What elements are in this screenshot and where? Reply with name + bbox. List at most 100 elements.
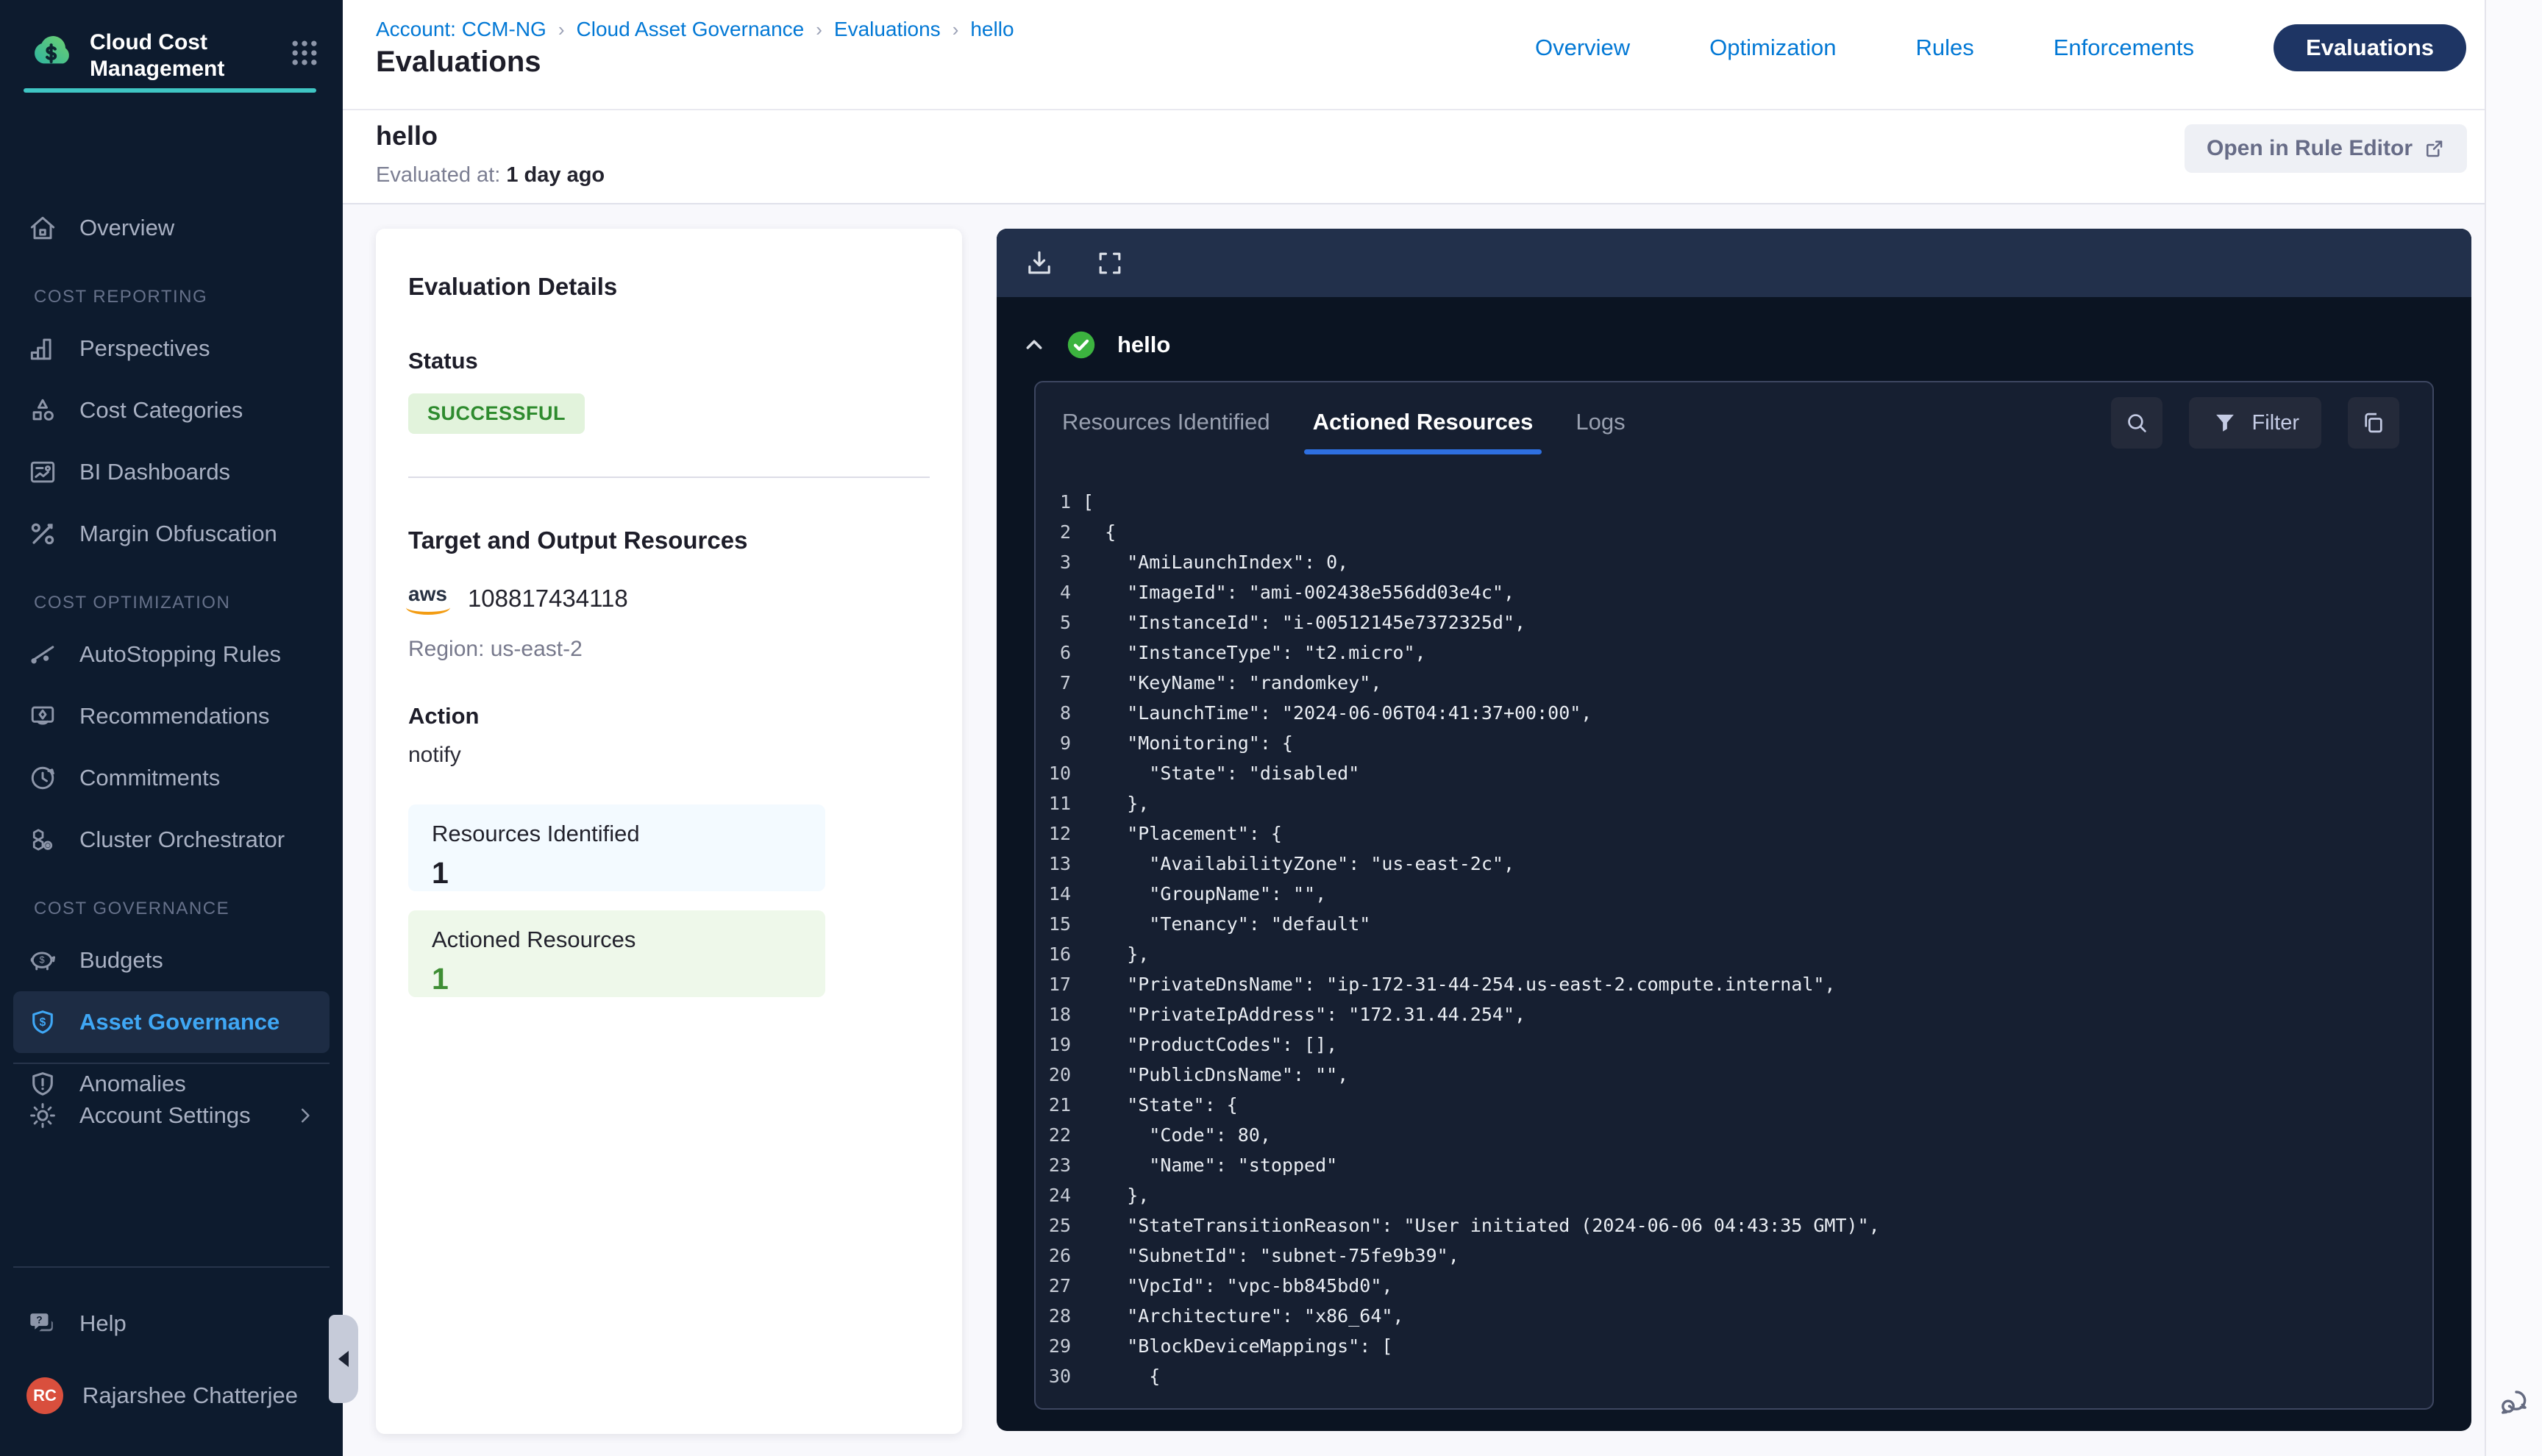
sidebar-item-help[interactable]: ? Help [13,1293,330,1355]
breadcrumb-separator: › [953,18,959,41]
sidebar-divider [13,1266,330,1268]
line-text: { [1083,1361,1160,1391]
breadcrumb-separator: › [816,18,822,41]
line-number: 16 [1036,939,1071,969]
line-number: 22 [1036,1120,1071,1150]
nav-rules[interactable]: Rules [1915,35,1973,61]
line-text: "State": { [1083,1090,1238,1120]
code-line: 11 }, [1036,788,2432,818]
sidebar-item-autostopping-rules[interactable]: AutoStopping Rules [13,624,330,685]
search-button[interactable] [2111,397,2162,449]
resources-identified-value: 1 [432,856,802,891]
resources-identified-card: Resources Identified 1 [408,804,825,891]
code-line: 20 "PublicDnsName": "", [1036,1060,2432,1090]
line-text: "KeyName": "randomkey", [1083,668,1381,698]
code-line: 14 "GroupName": "", [1036,879,2432,909]
collapse-arrow-icon [338,1351,349,1367]
account-id: 108817434118 [468,585,628,613]
evaluated-at-label: Evaluated at: [376,163,500,187]
line-number: 30 [1036,1361,1071,1391]
sidebar-item-account-settings[interactable]: Account Settings [13,1085,330,1146]
fullscreen-icon[interactable] [1094,247,1126,279]
line-number: 8 [1036,698,1071,728]
line-text: "AmiLaunchIndex": 0, [1083,547,1348,577]
chat-bubbles-icon[interactable] [2496,1385,2532,1421]
viewer-card: Resources Identified Actioned Resources … [1034,381,2434,1410]
sidebar-item-perspectives[interactable]: Perspectives [13,318,330,379]
copy-button[interactable] [2348,397,2399,449]
module-grid-icon[interactable] [288,37,321,69]
gear-icon [26,1099,59,1132]
line-number: 10 [1036,758,1071,788]
line-text: "InstanceId": "i-00512145e7372325d", [1083,607,1525,638]
tab-resources-identified[interactable]: Resources Identified [1058,399,1275,454]
sidebar-item-bi-dashboards[interactable]: BI Dashboards [13,441,330,503]
download-icon[interactable] [1023,247,1055,279]
sidebar-item-overview[interactable]: Overview [13,197,330,259]
evaluation-name: hello [376,121,438,151]
sidebar-item-label: Recommendations [79,703,269,729]
recommendations-icon [26,700,59,732]
nav-optimization[interactable]: Optimization [1709,35,1836,61]
sidebar-item-cost-categories[interactable]: Cost Categories [13,379,330,441]
tab-actioned-resources[interactable]: Actioned Resources [1309,399,1538,454]
home-icon [26,212,59,244]
sidebar-item-asset-governance[interactable]: $ Asset Governance [13,991,330,1053]
content-area: Evaluation Details Status SUCCESSFUL Tar… [343,204,2485,1455]
tab-logs[interactable]: Logs [1571,399,1629,454]
nav-enforcements[interactable]: Enforcements [2054,35,2194,61]
sidebar-divider [13,1063,330,1064]
code-editor[interactable]: 1 [ 2 { 3 "AmiLaunchIndex": [1036,487,2432,1402]
svg-text:$: $ [40,1016,46,1029]
user-avatar: RC [26,1377,63,1414]
code-line: 17 "PrivateDnsName": "ip-172-31-44-254.u… [1036,969,2432,999]
external-link-icon [2423,138,2445,160]
code-line: 6 "InstanceType": "t2.micro", [1036,638,2432,668]
details-divider [408,477,930,478]
sidebar-item-recommendations[interactable]: Recommendations [13,685,330,747]
filter-button[interactable]: Filter [2189,397,2321,449]
line-number: 23 [1036,1150,1071,1180]
line-number: 11 [1036,788,1071,818]
code-line: 3 "AmiLaunchIndex": 0, [1036,547,2432,577]
sidebar-item-label: Perspectives [79,335,210,362]
right-rail [2486,0,2542,1456]
action-value: notify [408,743,930,768]
viewer-toolbar [997,229,2471,297]
code-line: 12 "Placement": { [1036,818,2432,849]
sidebar: Cloud Cost Management Overview COST REPO… [0,0,343,1456]
sidebar-item-label: BI Dashboards [79,459,230,485]
sidebar-item-cluster-orchestrator[interactable]: Cluster Orchestrator [13,809,330,871]
code-line: 29 "BlockDeviceMappings": [ [1036,1331,2432,1361]
shapes-icon [26,394,59,427]
sidebar-item-budgets[interactable]: $ Budgets [13,929,330,991]
line-text: "PrivateDnsName": "ip-172-31-44-254.us-e… [1083,969,1836,999]
sidebar-header: Cloud Cost Management [0,0,343,82]
sidebar-item-commitments[interactable]: Commitments [13,747,330,809]
code-line: 21 "State": { [1036,1090,2432,1120]
breadcrumb-current[interactable]: hello [970,18,1014,41]
breadcrumb-account[interactable]: Account: CCM-NG [376,18,547,41]
line-text: "Architecture": "x86_64", [1083,1301,1404,1331]
sidebar-collapse-handle[interactable] [329,1315,358,1403]
section-cost-reporting: COST REPORTING [34,287,343,309]
actioned-resources-value: 1 [432,962,802,996]
sidebar-item-margin-obfuscation[interactable]: Margin Obfuscation [13,503,330,565]
line-number: 4 [1036,577,1071,607]
nav-evaluations-active[interactable]: Evaluations [2274,24,2466,71]
line-text: "PublicDnsName": "", [1083,1060,1348,1090]
success-check-icon [1064,328,1098,362]
sidebar-title: Cloud Cost Management [90,29,244,82]
line-text: "ProductCodes": [], [1083,1029,1337,1060]
nav-overview[interactable]: Overview [1535,35,1630,61]
line-number: 27 [1036,1271,1071,1301]
code-line: 5 "InstanceId": "i-00512145e7372325d", [1036,607,2432,638]
breadcrumb-evaluations[interactable]: Evaluations [834,18,941,41]
open-in-rule-editor-button[interactable]: Open in Rule Editor [2185,124,2467,173]
aws-logo: aws [408,582,452,615]
clock-history-icon [26,762,59,794]
breadcrumb-cloud-asset-governance[interactable]: Cloud Asset Governance [577,18,805,41]
sidebar-item-user[interactable]: RC Rajarshee Chatterjee [13,1365,330,1427]
region-label: Region: us-east-2 [408,637,930,662]
chevron-up-icon[interactable] [1020,331,1048,359]
